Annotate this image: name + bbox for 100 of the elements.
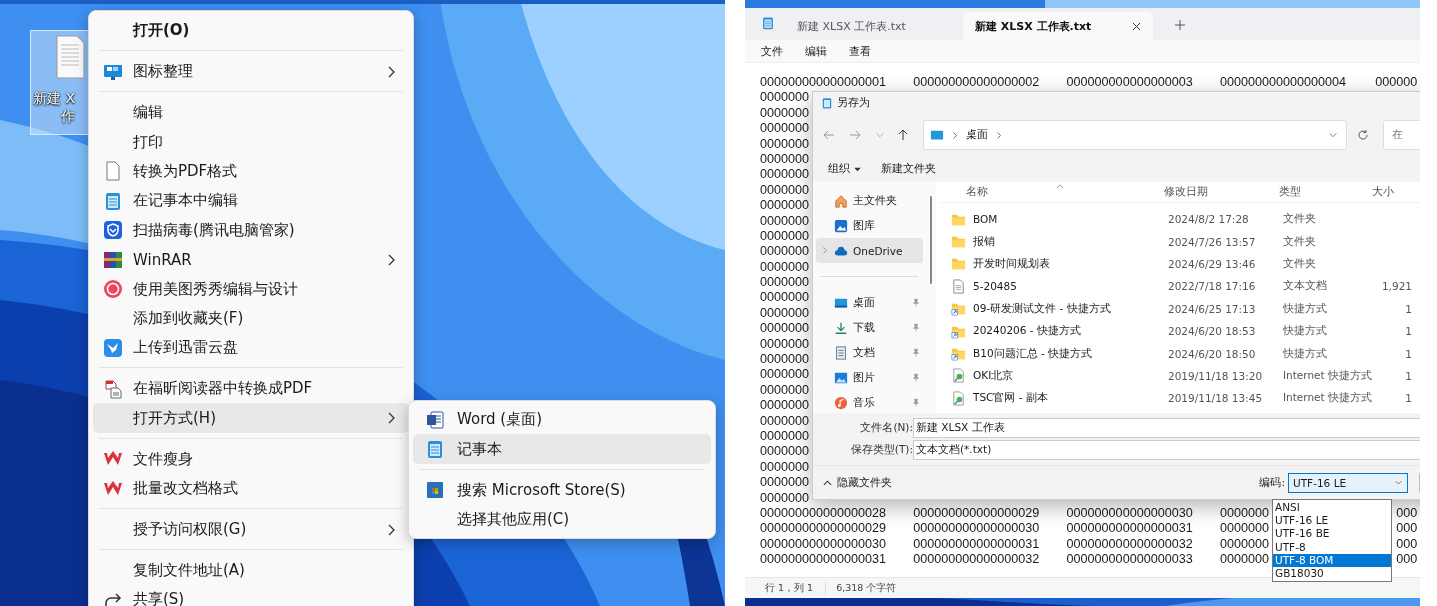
menu-item[interactable]: 复制文件地址(A) (93, 555, 409, 586)
new-folder-button[interactable]: 新建文件夹 (881, 162, 936, 176)
dropdown-option[interactable]: UTF-8 BOM (1273, 553, 1391, 567)
up-arrow-icon[interactable] (897, 129, 909, 141)
text-line: 0000000 (760, 444, 810, 460)
text-line: 0000000 (760, 105, 810, 122)
menu-item[interactable]: 扫描病毒(腾讯电脑管家) (93, 215, 409, 245)
text-line: 0000000 (760, 352, 810, 368)
file-name[interactable]: 09-研发测试文件 - 快捷方式 (973, 301, 1168, 316)
address-bar[interactable]: 桌面 (923, 120, 1347, 150)
column-header[interactable]: 大小 (1372, 185, 1394, 199)
nav-item[interactable]: 图库 (816, 213, 923, 238)
organize-menu[interactable]: 组织 (828, 162, 861, 176)
dropdown-option[interactable]: UTF-16 BE (1273, 527, 1391, 541)
nav-item[interactable]: 文档 (816, 340, 923, 365)
hide-folders-button[interactable]: 隐藏文件夹 (823, 475, 892, 490)
column-header[interactable]: 名称 (966, 185, 1056, 199)
refresh-icon[interactable] (1357, 129, 1369, 141)
type-cell-text: Internet 快捷方式 (1283, 391, 1374, 406)
menu-item[interactable]: 文件瘦身 (93, 444, 409, 474)
menu-title[interactable]: 查看 (849, 43, 871, 59)
text-line: 0000000 (760, 213, 810, 229)
text-line: 000000000000000030 (913, 521, 1040, 537)
menu-item[interactable]: 记事本 (413, 434, 711, 464)
menu-title[interactable]: 编辑 (805, 43, 827, 59)
text-line: 0000000 (760, 429, 810, 445)
menu-item[interactable]: 搜索 Microsoft Store(S) (413, 475, 711, 505)
file-name[interactable]: B10问题汇总 - 快捷方式 (973, 346, 1168, 361)
text-line: 0000000 (760, 136, 810, 152)
text-line: 000000000000000028 (760, 505, 887, 522)
forward-arrow-icon[interactable] (849, 129, 861, 141)
close-icon[interactable] (1132, 21, 1141, 31)
shield-icon (103, 220, 123, 241)
breadcrumb[interactable]: 桌面 (966, 128, 988, 142)
cursor-position: 行 1，列 1 (765, 581, 814, 595)
file-name[interactable]: BOM (973, 213, 1168, 226)
menu-item[interactable]: 打印 (93, 127, 409, 157)
menu-item[interactable]: 打开方式(H) (93, 403, 409, 433)
file-name[interactable]: 开发时间规划表 (973, 256, 1168, 271)
folder-icon (951, 256, 966, 272)
search-field[interactable]: 在 (1383, 120, 1420, 150)
menu-item[interactable]: Word (桌面) (413, 405, 711, 435)
text-file-icon (55, 35, 85, 79)
nav-item[interactable]: 主文件夹 (816, 188, 923, 213)
menu-item[interactable]: 选择其他应用(C) (413, 504, 711, 535)
file-name[interactable]: OKI北京 (973, 368, 1168, 383)
nav-item[interactable]: OneDrive (816, 238, 923, 263)
tab[interactable]: 新建 XLSX 工作表.txt (963, 12, 1153, 40)
notepad-icon (761, 15, 775, 31)
nav-item[interactable]: 图片 (816, 365, 923, 390)
menu-item[interactable]: 打开(O) (93, 16, 409, 46)
menu-item[interactable]: 使用美图秀秀编辑与设计 (93, 274, 409, 304)
file-name[interactable]: TSC官网 - 副本 (973, 391, 1168, 406)
notepad-icon (103, 190, 123, 211)
text-line: 0000000 (760, 382, 810, 399)
menu-item[interactable]: 授予访问权限(G) (93, 514, 409, 545)
file-name[interactable]: 5-20485 (973, 280, 1168, 293)
folder-shortcut-icon (951, 346, 966, 362)
menu-item[interactable]: 转换为PDF格式 (93, 156, 409, 187)
plus-icon[interactable] (1175, 20, 1185, 30)
menu-item[interactable]: 编辑 (93, 97, 409, 128)
column-header[interactable]: 修改日期 (1164, 185, 1279, 199)
menu-item[interactable]: WinRAR (93, 244, 409, 275)
tab[interactable]: 新建 XLSX 工作表.txt (785, 12, 965, 40)
file-name-label: 文件名(N): (859, 421, 913, 435)
menu-item[interactable]: 批量改文档格式 (93, 473, 409, 504)
chevron-down-icon[interactable] (875, 130, 885, 140)
scrollbar-thumb[interactable] (930, 196, 932, 284)
menu-item[interactable]: 上传到迅雷云盘 (93, 333, 409, 363)
dropdown-option[interactable]: UTF-16 LE (1273, 514, 1391, 528)
nav-item[interactable]: 下载 (816, 315, 923, 340)
download-icon (834, 320, 848, 335)
save-type-select[interactable]: 文本文档(*.txt) (913, 440, 1420, 460)
text-line: 000 (1396, 521, 1418, 537)
menu-item[interactable]: 共享(S) (93, 585, 409, 606)
text-file-icon (951, 278, 966, 294)
file-name[interactable]: 20240206 - 快捷方式 (973, 324, 1168, 339)
nav-item[interactable]: 桌面 (816, 290, 923, 315)
nav-item[interactable]: 音乐 (816, 390, 923, 415)
books-icon (103, 249, 123, 270)
text-line: 0000000 (760, 151, 810, 168)
dropdown-option[interactable]: ANSI (1273, 501, 1391, 515)
size-cell: 1 (1405, 369, 1412, 382)
menu-item[interactable]: 图标整理 (93, 57, 409, 87)
dropdown-option[interactable]: UTF-8 (1273, 540, 1391, 554)
file-name[interactable]: 报销 (973, 234, 1168, 249)
chevron-down-icon[interactable] (1328, 130, 1338, 140)
dropdown-option[interactable]: GB18030 (1273, 566, 1391, 581)
menu-item[interactable]: 在福昕阅读器中转换成PDF (93, 374, 409, 404)
menu-item[interactable]: 添加到收藏夹(F) (93, 303, 409, 334)
date-cell-text: 2024/7/26 13:57 (1168, 235, 1257, 248)
menu-item[interactable]: 在记事本中编辑 (93, 186, 409, 216)
text-line: 000000000000000031 (913, 536, 1040, 553)
store-icon (425, 480, 445, 501)
file-name-field[interactable]: 新建 XLSX 工作表 (913, 418, 1420, 438)
text-line: 0000000 (760, 259, 810, 276)
menu-title[interactable]: 文件 (761, 43, 783, 59)
back-arrow-icon[interactable] (823, 129, 835, 141)
encoding-select[interactable]: UTF-16 LE (1288, 472, 1408, 493)
column-header[interactable]: 类型 (1279, 185, 1372, 199)
